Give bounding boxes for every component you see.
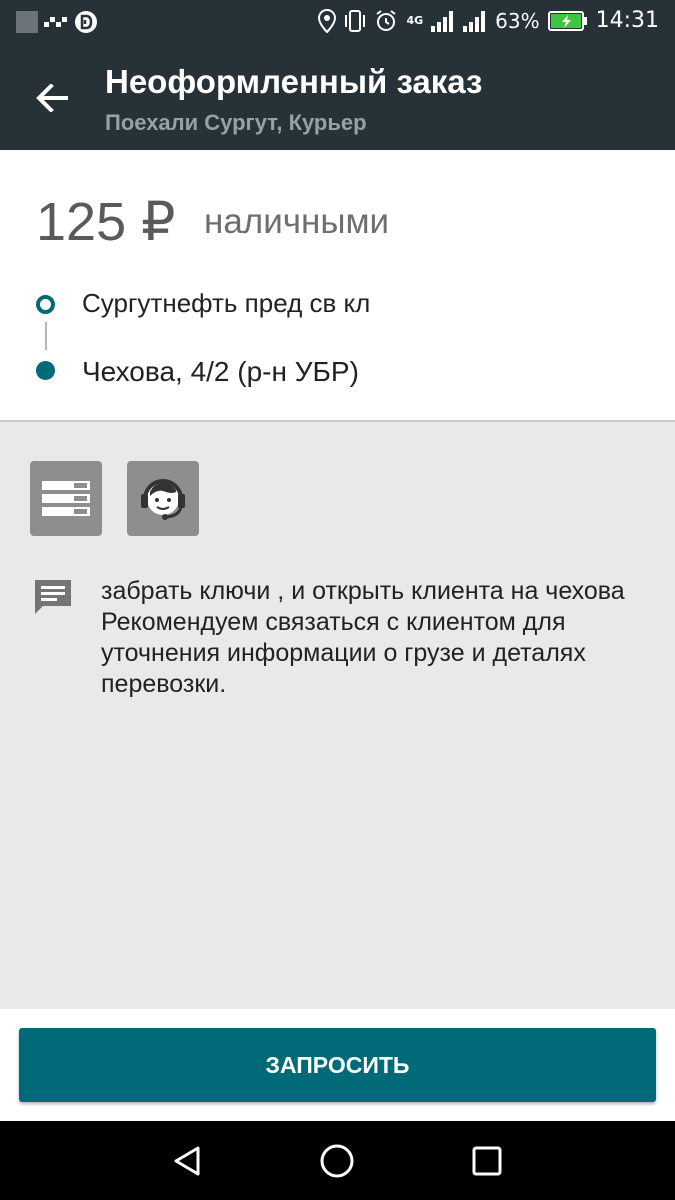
arrow-left-icon xyxy=(36,84,68,112)
signal-icon xyxy=(431,10,454,32)
alarm-icon xyxy=(376,9,397,31)
back-button[interactable] xyxy=(24,76,80,120)
order-comment: забрать ключи , и открыть клиента на чех… xyxy=(101,576,641,700)
battery-icon xyxy=(547,10,587,31)
route-to-address: Чехова, 4/2 (р-н УБР) xyxy=(82,356,359,387)
route-from-marker-icon xyxy=(36,295,55,314)
list-icon xyxy=(42,480,90,516)
notification-icon xyxy=(16,11,38,33)
route-to-marker-icon xyxy=(36,361,55,380)
comment-line: Рекомендуем связаться с клиентом для уто… xyxy=(101,608,586,698)
app-bar: Неоформленный заказ Поехали Сургут, Курь… xyxy=(0,46,675,150)
vibrate-icon xyxy=(345,9,366,32)
battery-percent: 63% xyxy=(495,8,540,33)
status-time: 14:31 xyxy=(595,8,659,33)
app-icon xyxy=(75,11,97,33)
order-details-button[interactable] xyxy=(30,461,102,536)
nav-recent-button[interactable] xyxy=(465,1139,509,1183)
location-icon xyxy=(318,8,337,33)
support-button[interactable] xyxy=(127,461,199,536)
bottom-action-area: ЗАПРОСИТЬ xyxy=(0,1009,675,1121)
system-nav-bar xyxy=(0,1121,675,1200)
support-agent-icon xyxy=(141,478,185,520)
page-title: Неоформленный заказ xyxy=(105,63,483,100)
comment-line: забрать ключи , и открыть клиента на чех… xyxy=(101,577,625,605)
nav-home-icon xyxy=(320,1144,354,1178)
order-price: 125 ₽ xyxy=(36,192,176,252)
nav-recent-icon xyxy=(472,1146,502,1176)
order-summary-card: 125 ₽ наличными Сургутнефть пред св кл Ч… xyxy=(0,150,675,422)
network-type-label: 4G xyxy=(406,14,424,27)
nav-back-button[interactable] xyxy=(165,1139,209,1183)
request-button[interactable]: ЗАПРОСИТЬ xyxy=(19,1028,656,1102)
nav-home-button[interactable] xyxy=(315,1139,359,1183)
nav-back-icon xyxy=(174,1146,200,1176)
status-bar-left xyxy=(16,10,98,34)
route-from-address: Сургутнефть пред св кл xyxy=(82,288,371,318)
dots-icon xyxy=(44,17,67,27)
status-bar-right: 4G 63% 14:31 xyxy=(318,8,659,33)
page-subtitle: Поехали Сургут, Курьер xyxy=(105,110,367,135)
payment-method: наличными xyxy=(204,202,390,241)
status-bar: 4G 63% 14:31 xyxy=(0,0,675,46)
comment-icon xyxy=(33,578,73,616)
route-connector xyxy=(45,322,47,350)
signal-icon-2 xyxy=(463,10,486,32)
